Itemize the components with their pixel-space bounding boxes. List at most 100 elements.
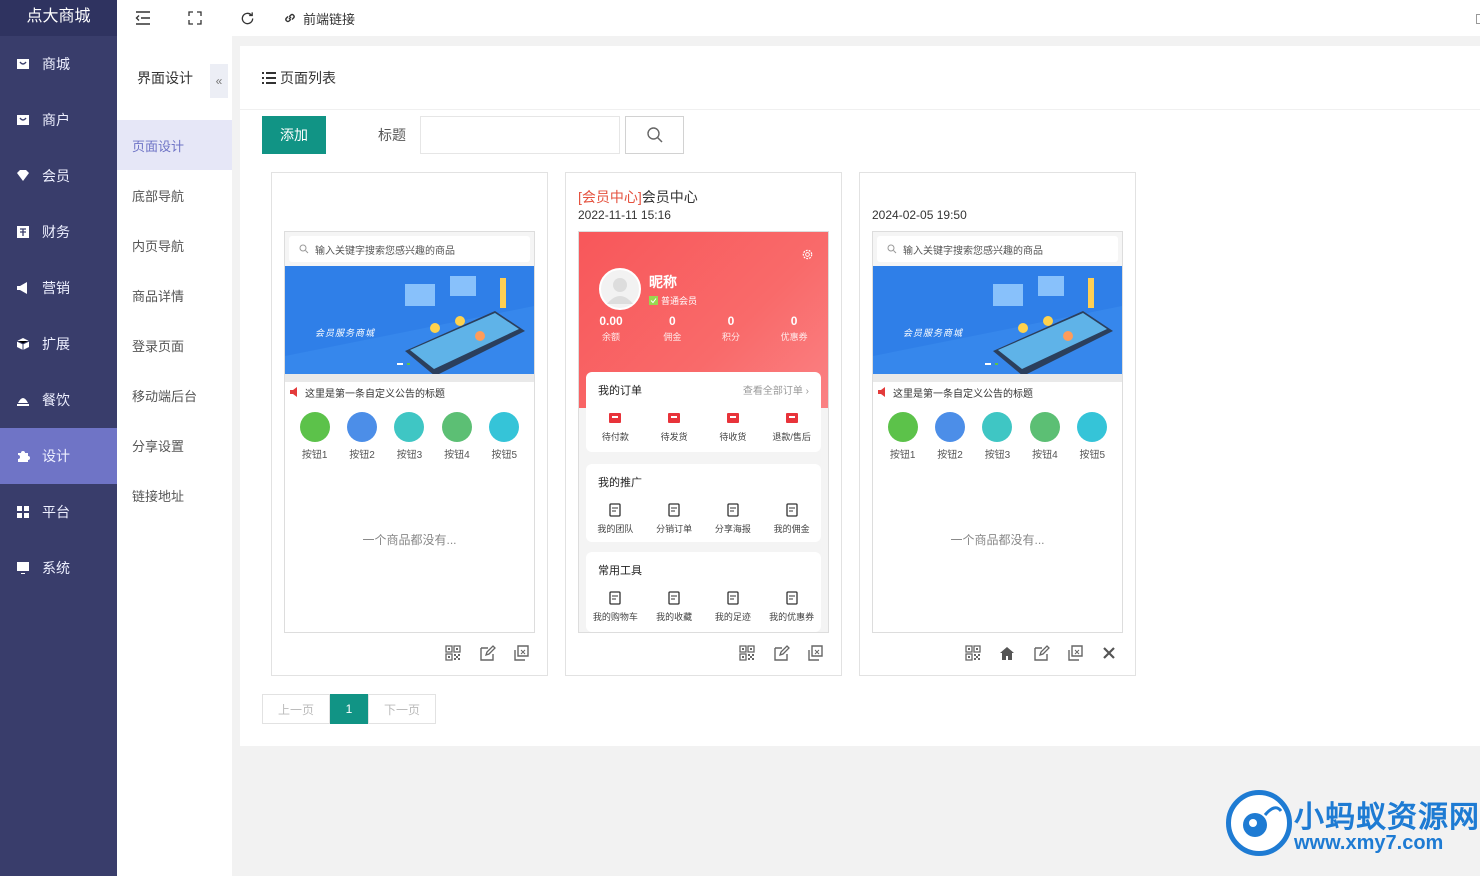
copy-icon: [514, 645, 529, 661]
panel-header: 页面列表: [240, 46, 1480, 110]
copy-button[interactable]: [1065, 643, 1085, 663]
edit-button[interactable]: [1031, 643, 1051, 663]
top-bar: 前端链接: [117, 0, 1480, 36]
search-icon: [299, 244, 309, 254]
refresh-button[interactable]: [221, 0, 273, 36]
page-1-button[interactable]: 1: [330, 694, 368, 724]
preview-nav-button: 按钮3: [982, 412, 1013, 461]
speaker-icon: [290, 387, 297, 397]
dining-icon: [16, 393, 30, 407]
sidebar-item-1[interactable]: 商户: [0, 92, 117, 148]
search-button[interactable]: [625, 116, 684, 154]
sidebar-item-label: 营销: [42, 280, 70, 296]
close-button[interactable]: [1099, 643, 1119, 663]
title-filter-input[interactable]: [420, 116, 620, 154]
promo-title: 我的推广: [598, 477, 642, 489]
qrcode-icon: [739, 645, 755, 661]
member-tool-icon: [668, 503, 680, 517]
member-level: 普通会员: [649, 294, 697, 307]
fullscreen-button[interactable]: [169, 0, 221, 36]
preview-notice: 这里是第一条自定义公告的标题: [873, 378, 1122, 402]
merchant-icon: [16, 113, 30, 127]
window-edge-mark: [1476, 14, 1480, 24]
next-page-button[interactable]: 下一页: [368, 694, 436, 724]
sidebar-item-0[interactable]: 商城: [0, 36, 117, 92]
preview-nav-label: 按钮4: [1032, 450, 1058, 461]
qrcode-button[interactable]: [963, 643, 983, 663]
fullscreen-icon: [188, 11, 202, 25]
sidebar-item-5[interactable]: 扩展: [0, 316, 117, 372]
member-tool-icon: [668, 591, 680, 605]
member-tool-icon: [726, 413, 739, 423]
sidebar-item-3[interactable]: 财务: [0, 204, 117, 260]
watermark-text: 小蚂蚁资源网: [1294, 801, 1480, 834]
collapse-submenu-button[interactable]: «: [210, 64, 228, 98]
card-title-text: 会员中心: [641, 189, 698, 205]
copy-icon: [1068, 645, 1083, 661]
card-actions: [443, 643, 531, 663]
sidebar-item-9[interactable]: 系统: [0, 540, 117, 596]
card-actions: [963, 643, 1119, 663]
preview-nav-button: 按钮3: [394, 412, 425, 461]
member-grid-label: 我的购物车: [592, 612, 638, 622]
sidebar-item-label: 商城: [42, 56, 70, 72]
page-card: [会员中心]会员中心 2022-11-11 15:16 昵称 普通会员 0.00 余额 0 佣…: [565, 172, 842, 676]
edit-icon: [1034, 645, 1050, 661]
preview-banner: 会员服务商城: [873, 266, 1122, 378]
qrcode-button[interactable]: [737, 643, 757, 663]
sidebar-item-8[interactable]: 平台: [0, 484, 117, 540]
preview-nav-button: 按钮2: [347, 412, 378, 461]
page-preview[interactable]: 昵称 普通会员 0.00 余额 0 佣金 0 积分 0 优惠券 我的订单 查看全部订单 › 待付款 待发货…: [578, 231, 829, 633]
home-button[interactable]: [997, 643, 1017, 663]
sidebar-item-label: 商户: [42, 112, 70, 128]
member-grid-item: 我的足迹: [705, 590, 761, 623]
round-button-icon: [982, 412, 1013, 442]
notice-text: 这里是第一条自定义公告的标题: [305, 388, 445, 400]
banner-illustration: [285, 276, 534, 378]
member-grid-item: 分享海报: [705, 502, 761, 535]
list-icon: [262, 71, 276, 84]
preview-nav-button: 按钮4: [441, 412, 472, 461]
watermark-url: www.xmy7.com: [1294, 832, 1444, 854]
home-icon: [1000, 647, 1014, 660]
edit-button[interactable]: [477, 643, 497, 663]
edit-icon: [774, 645, 790, 661]
qrcode-button[interactable]: [443, 643, 463, 663]
sub-menu-title-text: 界面设计: [137, 70, 193, 86]
submenu-item-7[interactable]: 链接地址: [117, 470, 232, 520]
member-grid-item: 我的团队: [587, 502, 643, 535]
copy-button[interactable]: [805, 643, 825, 663]
submenu-item-2[interactable]: 内页导航: [117, 220, 232, 270]
submenu-item-6[interactable]: 分享设置: [117, 420, 232, 470]
frontend-link[interactable]: 前端链接: [283, 9, 355, 28]
submenu-item-3[interactable]: 商品详情: [117, 270, 232, 320]
double-chevron-left-icon: «: [215, 74, 223, 88]
sidebar-item-7[interactable]: 设计: [0, 428, 117, 484]
sub-menu: 界面设计 « 页面设计 底部导航 内页导航 商品详情 登录页面 移动端后台 分享设置 链接地址: [117, 36, 232, 876]
prev-page-button[interactable]: 上一页: [262, 694, 330, 724]
copy-button[interactable]: [511, 643, 531, 663]
member-icon: [16, 169, 30, 183]
sidebar-item-6[interactable]: 餐饮: [0, 372, 117, 428]
card-time: 2024-02-05 19:50: [872, 208, 967, 222]
add-page-button[interactable]: 添加: [262, 116, 326, 154]
sidebar-item-2[interactable]: 会员: [0, 148, 117, 204]
submenu-item-0[interactable]: 页面设计: [117, 120, 232, 170]
member-grid-item: 分销订单: [646, 502, 702, 535]
sidebar-item-4[interactable]: 营销: [0, 260, 117, 316]
pagination: 上一页 1 下一页: [262, 694, 436, 724]
member-stat-value: 0: [790, 314, 798, 328]
round-button-icon: [347, 412, 378, 442]
submenu-item-5[interactable]: 移动端后台: [117, 370, 232, 420]
megaphone-icon: [16, 281, 30, 295]
toggle-menu-button[interactable]: [117, 0, 169, 36]
preview-nav-buttons: 按钮1 按钮2 按钮3 按钮4 按钮5: [285, 402, 534, 461]
submenu-item-4[interactable]: 登录页面: [117, 320, 232, 370]
edit-button[interactable]: [771, 643, 791, 663]
banner-illustration: [873, 276, 1122, 378]
page-preview[interactable]: 输入关键字搜索您感兴趣的商品 会员服务商城 这里是第一条自定义公告的标题 按钮1 按钮2…: [872, 231, 1123, 633]
sidebar-item-label: 餐饮: [42, 392, 70, 408]
page-preview[interactable]: 输入关键字搜索您感兴趣的商品 会员服务商城 这里是第一条自定义公告的标题 按钮1 按钮2…: [284, 231, 535, 633]
member-stat: 0.00 余额: [599, 314, 622, 343]
submenu-item-1[interactable]: 底部导航: [117, 170, 232, 220]
